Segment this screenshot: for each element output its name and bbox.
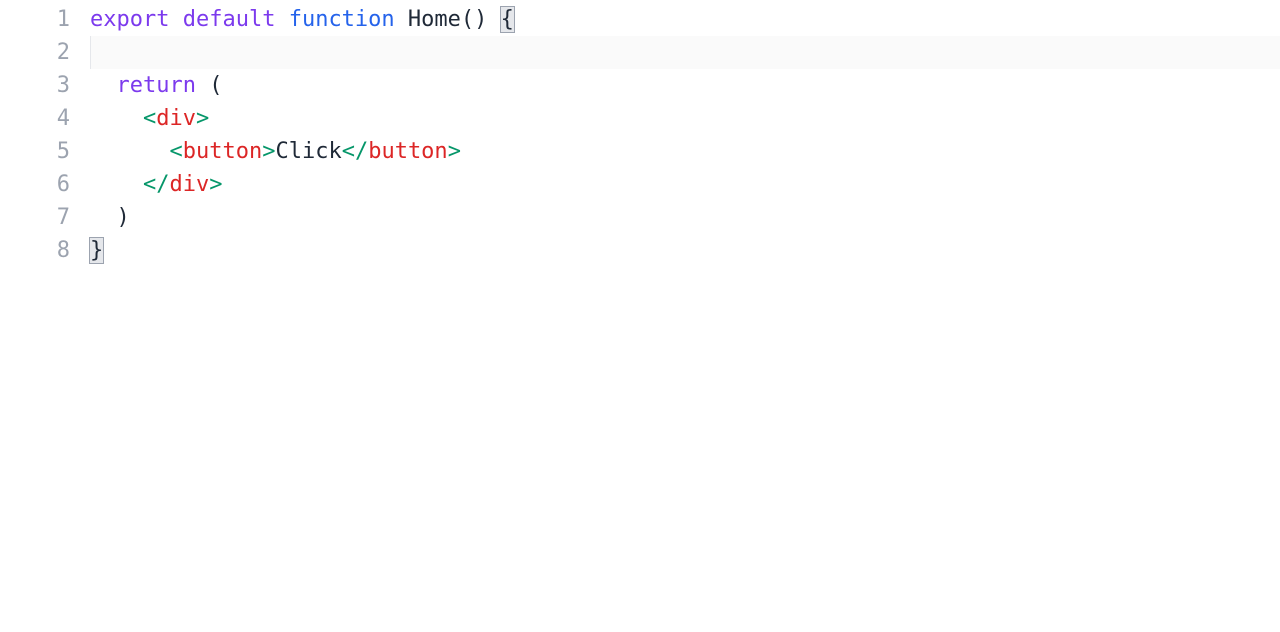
code-line-5[interactable]: <button>Click</button> (90, 135, 1280, 168)
line-number: 1 (0, 3, 70, 36)
keyword-function: function (289, 7, 395, 32)
paren-close: ) (117, 205, 130, 230)
tag-button: button (183, 139, 262, 164)
brace-open: { (501, 7, 514, 32)
parens: () (461, 7, 488, 32)
tag-bracket: </ (342, 139, 369, 164)
code-area[interactable]: export default function Home() { return … (90, 0, 1280, 632)
tag-bracket: < (143, 106, 156, 131)
tag-button-close: button (368, 139, 447, 164)
tag-bracket: > (209, 172, 222, 197)
code-line-2[interactable] (90, 36, 1280, 69)
line-number: 8 (0, 234, 70, 267)
code-line-4[interactable]: <div> (90, 102, 1280, 135)
paren-open: ( (209, 73, 222, 98)
code-line-1[interactable]: export default function Home() { (90, 3, 1280, 36)
code-line-3[interactable]: return ( (90, 69, 1280, 102)
code-line-8[interactable]: } (90, 234, 1280, 267)
tag-div: div (156, 106, 196, 131)
line-number: 7 (0, 201, 70, 234)
line-number: 2 (0, 36, 70, 69)
tag-bracket: > (448, 139, 461, 164)
tag-bracket: > (262, 139, 275, 164)
brace-close: } (90, 238, 103, 263)
line-number: 4 (0, 102, 70, 135)
tag-bracket: < (169, 139, 182, 164)
code-editor[interactable]: 1 2 3 4 5 6 7 8 export default function … (0, 0, 1280, 632)
tag-bracket: </ (143, 172, 170, 197)
code-line-7[interactable]: ) (90, 201, 1280, 234)
keyword-return: return (117, 73, 196, 98)
line-number: 3 (0, 69, 70, 102)
tag-bracket: > (196, 106, 209, 131)
tag-div-close: div (169, 172, 209, 197)
line-number: 6 (0, 168, 70, 201)
line-gutter: 1 2 3 4 5 6 7 8 (0, 0, 90, 632)
code-line-6[interactable]: </div> (90, 168, 1280, 201)
text-click: Click (275, 139, 341, 164)
function-name: Home (408, 7, 461, 32)
keyword-export: export (90, 7, 169, 32)
keyword-default: default (183, 7, 276, 32)
line-number: 5 (0, 135, 70, 168)
